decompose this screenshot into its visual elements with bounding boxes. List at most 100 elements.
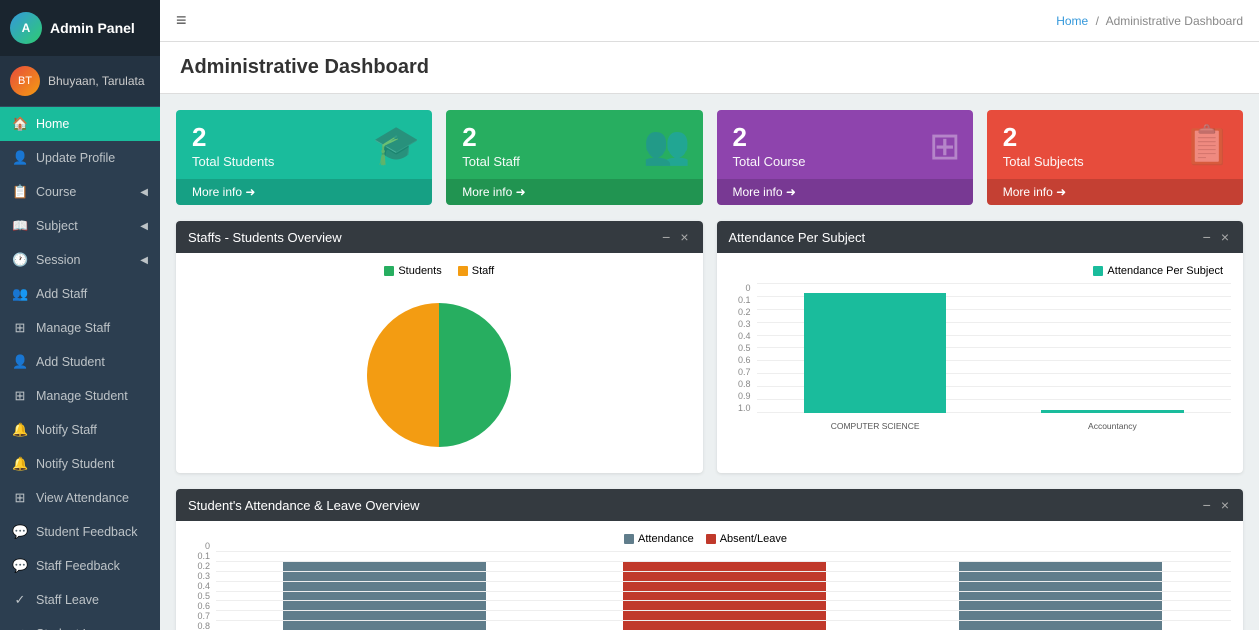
- sidebar-item-add-staff[interactable]: 👥 Add Staff: [0, 277, 160, 311]
- bar-chart-title: Attendance Per Subject: [729, 230, 866, 245]
- sidebar-nav: 🏠 Home 👤 Update Profile 📋 Course ◀📖 Subj…: [0, 107, 160, 630]
- bar-chart-close[interactable]: ×: [1219, 229, 1231, 245]
- bar-chart-minimize[interactable]: −: [1201, 229, 1213, 245]
- students-dot: [384, 266, 394, 276]
- sidebar-item-add-student[interactable]: 👤 Add Student: [0, 345, 160, 379]
- sidebar-item-manage-student[interactable]: ⊞ Manage Student: [0, 379, 160, 413]
- app-logo: A: [10, 12, 42, 44]
- bar-legend-attendance: Attendance Per Subject: [1093, 265, 1223, 277]
- stat-label-total-subjects: Total Subjects: [1003, 154, 1227, 169]
- stat-footer-total-students[interactable]: More info ➜: [176, 179, 432, 205]
- bottom-bar-2: [554, 557, 892, 630]
- pie-chart-container: [188, 285, 691, 461]
- bar-chart-controls: − ×: [1201, 229, 1231, 245]
- breadcrumb-separator: /: [1096, 14, 1099, 28]
- bar-acc: Accountancy: [994, 283, 1231, 413]
- bottom-legend-attendance: Attendance: [624, 533, 694, 545]
- bottom-chart-close[interactable]: ×: [1219, 497, 1231, 513]
- sidebar-icon-course: 📋: [12, 184, 28, 200]
- stat-label-total-staff: Total Staff: [462, 154, 686, 169]
- user-avatar: BT: [10, 66, 40, 96]
- sidebar-icon-session: 🕐: [12, 252, 28, 268]
- sidebar-item-subject[interactable]: 📖 Subject ◀: [0, 209, 160, 243]
- bottom-absent-label: Absent/Leave: [720, 533, 787, 545]
- sidebar-label-add-staff: Add Staff: [36, 287, 87, 301]
- sidebar-label-staff-leave: Staff Leave: [36, 593, 99, 607]
- bottom-bar-area: 1.00.90.80.70.6 0.50.40.30.20.10: [188, 551, 1231, 630]
- stat-footer-total-subjects[interactable]: More info ➜: [987, 179, 1243, 205]
- sidebar-label-notify-student: Notify Student: [36, 457, 115, 471]
- sidebar-arrow-session: ◀: [140, 255, 148, 266]
- staff-label: Staff: [472, 265, 494, 277]
- sidebar-item-student-leave[interactable]: ✓ Student Leave: [0, 617, 160, 630]
- bottom-attendance-dot: [624, 534, 634, 544]
- sidebar-item-student-feedback[interactable]: 💬 Student Feedback: [0, 515, 160, 549]
- stats-row: 🎓 2 Total Students More info ➜ 👥 2 Total…: [176, 110, 1243, 205]
- sidebar-item-session[interactable]: 🕐 Session ◀: [0, 243, 160, 277]
- attendance-label: Attendance Per Subject: [1107, 265, 1223, 277]
- bar-cs-fill: [804, 293, 946, 413]
- sidebar-label-manage-student: Manage Student: [36, 389, 128, 403]
- sidebar-label-student-feedback: Student Feedback: [36, 525, 137, 539]
- sidebar-label-update-profile: Update Profile: [36, 151, 115, 165]
- sidebar-user: BT Bhuyaan, Tarulata: [0, 56, 160, 107]
- bar-cs-label: COMPUTER SCIENCE: [831, 421, 920, 431]
- pie-legend-students: Students: [384, 265, 441, 277]
- stat-label-total-course: Total Course: [733, 154, 957, 169]
- bottom-chart-minimize[interactable]: −: [1201, 497, 1213, 513]
- hamburger-icon[interactable]: ≡: [176, 10, 187, 31]
- attendance-dot: [1093, 266, 1103, 276]
- pie-legend-staff: Staff: [458, 265, 494, 277]
- pie-chart-svg: [359, 295, 519, 455]
- sidebar-icon-view-attendance: ⊞: [12, 490, 28, 506]
- pie-chart-panel: Staffs - Students Overview − × Students: [176, 221, 703, 473]
- pie-chart-close[interactable]: ×: [678, 229, 690, 245]
- topnav: ≡ Home / Administrative Dashboard: [160, 0, 1259, 42]
- sidebar-item-manage-staff[interactable]: ⊞ Manage Staff: [0, 311, 160, 345]
- bar-chart-body: Attendance Per Subject 1.00.90.80.70.6 0…: [717, 253, 1244, 445]
- page-header: Administrative Dashboard: [160, 42, 1259, 94]
- sidebar-label-view-attendance: View Attendance: [36, 491, 129, 505]
- y-axis: 1.00.90.80.70.6 0.50.40.30.20.10: [729, 283, 755, 413]
- stat-footer-total-course[interactable]: More info ➜: [717, 179, 973, 205]
- bar-chart-legend: Attendance Per Subject: [729, 265, 1232, 277]
- stat-label-total-students: Total Students: [192, 154, 416, 169]
- bottom-chart-panel: Student's Attendance & Leave Overview − …: [176, 489, 1243, 630]
- sidebar-label-staff-feedback: Staff Feedback: [36, 559, 120, 573]
- stat-card-total-students: 🎓 2 Total Students More info ➜: [176, 110, 432, 205]
- page-title: Administrative Dashboard: [180, 56, 429, 79]
- bottom-chart-header: Student's Attendance & Leave Overview − …: [176, 489, 1243, 521]
- stat-card-total-course: ⊞ 2 Total Course More info ➜: [717, 110, 973, 205]
- stat-number-total-course: 2: [733, 124, 957, 150]
- breadcrumb-home[interactable]: Home: [1056, 14, 1088, 28]
- sidebar-item-course[interactable]: 📋 Course ◀: [0, 175, 160, 209]
- bottom-bar-1: [216, 557, 554, 630]
- sidebar-icon-student-leave: ✓: [12, 626, 28, 630]
- pie-chart-minimize[interactable]: −: [660, 229, 672, 245]
- sidebar-label-add-student: Add Student: [36, 355, 105, 369]
- sidebar-item-staff-leave[interactable]: ✓ Staff Leave: [0, 583, 160, 617]
- bottom-legend-absent: Absent/Leave: [706, 533, 787, 545]
- bottom-bar-3-att: [959, 562, 1162, 630]
- sidebar-icon-add-staff: 👥: [12, 286, 28, 302]
- sidebar-item-staff-feedback[interactable]: 💬 Staff Feedback: [0, 549, 160, 583]
- sidebar-icon-add-student: 👤: [12, 354, 28, 370]
- bottom-bar-1-att: [283, 562, 486, 630]
- stat-footer-total-staff[interactable]: More info ➜: [446, 179, 702, 205]
- bar-acc-fill: [1041, 410, 1183, 413]
- sidebar-icon-staff-leave: ✓: [12, 592, 28, 608]
- sidebar-item-notify-student[interactable]: 🔔 Notify Student: [0, 447, 160, 481]
- sidebar-icon-subject: 📖: [12, 218, 28, 234]
- sidebar-item-update-profile[interactable]: 👤 Update Profile: [0, 141, 160, 175]
- stat-card-total-subjects: 📋 2 Total Subjects More info ➜: [987, 110, 1243, 205]
- sidebar-icon-home: 🏠: [12, 116, 28, 132]
- sidebar: A Admin Panel BT Bhuyaan, Tarulata 🏠 Hom…: [0, 0, 160, 630]
- sidebar-arrow-subject: ◀: [140, 221, 148, 232]
- sidebar-item-view-attendance[interactable]: ⊞ View Attendance: [0, 481, 160, 515]
- sidebar-icon-manage-student: ⊞: [12, 388, 28, 404]
- bar-chart-header: Attendance Per Subject − ×: [717, 221, 1244, 253]
- bar-chart-area: 1.00.90.80.70.6 0.50.40.30.20.10 COMPUTE…: [729, 283, 1232, 433]
- sidebar-item-notify-staff[interactable]: 🔔 Notify Staff: [0, 413, 160, 447]
- sidebar-label-subject: Subject: [36, 219, 78, 233]
- sidebar-item-home[interactable]: 🏠 Home: [0, 107, 160, 141]
